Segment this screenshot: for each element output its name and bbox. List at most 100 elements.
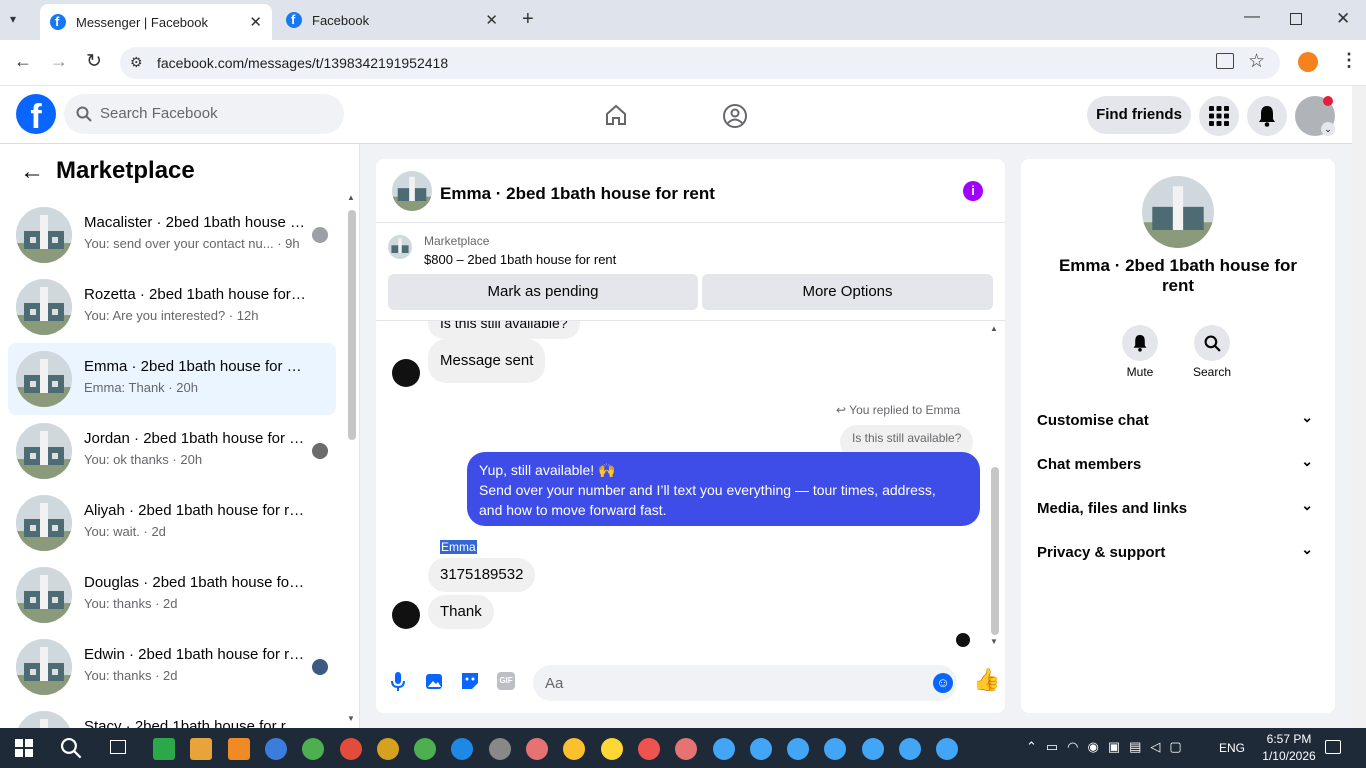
chrome-window-icon[interactable]: [376, 738, 399, 760]
more-options-button[interactable]: More Options: [702, 274, 993, 310]
chrome-window-icon[interactable]: [675, 738, 698, 760]
mark-pending-button[interactable]: Mark as pending: [388, 274, 698, 310]
search-bar[interactable]: Search Facebook: [64, 94, 344, 134]
find-friends-button[interactable]: Find friends: [1087, 96, 1191, 134]
chat-title[interactable]: Emma · 2bed 1bath house for rent: [440, 184, 715, 204]
back-icon[interactable]: ←: [14, 51, 32, 72]
facebook-logo[interactable]: f: [16, 94, 56, 134]
clock-time[interactable]: 6:57 PM: [1262, 732, 1316, 746]
bookmark-star-icon[interactable]: ☆: [1248, 50, 1265, 73]
tab-search-icon[interactable]: ▾: [10, 12, 16, 26]
page-scrollbar[interactable]: [1352, 86, 1366, 728]
chat-avatar[interactable]: [392, 171, 432, 211]
chrome-window-icon[interactable]: [600, 738, 623, 760]
back-arrow-icon[interactable]: ←: [20, 158, 44, 186]
like-icon[interactable]: 👍: [973, 667, 1000, 693]
task-view-icon[interactable]: [110, 740, 126, 754]
conversation-item[interactable]: Macalister · 2bed 1bath house for rent Yo…: [8, 199, 336, 271]
forward-icon[interactable]: →: [50, 51, 68, 72]
chrome-menu-icon[interactable]: ⋮: [1340, 50, 1358, 71]
chrome-window-icon[interactable]: [899, 738, 921, 760]
reload-icon[interactable]: ↻: [86, 50, 102, 73]
url-text[interactable]: facebook.com/messages/t/1398342191952418: [157, 55, 448, 71]
groups-icon[interactable]: [722, 103, 748, 129]
conversation-item[interactable]: Rozetta · 2bed 1bath house for rent You: …: [8, 271, 336, 343]
chrome-window-icon[interactable]: [526, 738, 548, 760]
menu-button[interactable]: [1199, 96, 1239, 136]
omnibox[interactable]: ⚙ facebook.com/messages/t/13983421919524…: [120, 47, 1280, 79]
notification-center-icon[interactable]: [1325, 740, 1341, 754]
chrome-window-icon[interactable]: [637, 738, 660, 760]
scrollbar[interactable]: [348, 210, 356, 440]
conversation-avatar: [16, 711, 72, 728]
conversation-item[interactable]: Jordan · 2bed 1bath house for rent You: o…: [8, 415, 336, 487]
sheets-icon[interactable]: [190, 738, 213, 760]
conversation-item[interactable]: Douglas · 2bed 1bath house for rent You: …: [8, 559, 336, 631]
chrome-window-icon[interactable]: [824, 738, 847, 760]
conversation-item[interactable]: Edwin · 2bed 1bath house for rent You: th…: [8, 631, 336, 703]
listing-title[interactable]: $800 – 2bed 1bath house for rent: [424, 252, 616, 267]
search-input[interactable]: Search Facebook: [100, 105, 218, 122]
minimize-icon[interactable]: —: [1244, 8, 1260, 26]
section-media-files-links[interactable]: Media, files and links ⌄: [1037, 487, 1319, 531]
listing-thumbnail[interactable]: [388, 235, 412, 259]
chrome-window-icon[interactable]: [563, 738, 586, 760]
profile-icon[interactable]: [1298, 52, 1318, 72]
gif-icon[interactable]: GIF: [497, 672, 515, 690]
close-window-icon[interactable]: ✕: [1336, 9, 1350, 29]
windows-start-icon[interactable]: [15, 739, 33, 757]
sticker-icon[interactable]: [460, 671, 480, 691]
close-tab-icon[interactable]: ✕: [249, 13, 262, 31]
contact-large-avatar[interactable]: [1142, 176, 1214, 248]
scroll-down-icon[interactable]: ▼: [347, 714, 355, 723]
chrome-window-icon[interactable]: [787, 738, 810, 760]
store-icon[interactable]: [153, 738, 175, 760]
chrome-window-icon[interactable]: [264, 738, 287, 760]
chrome-window-icon[interactable]: [936, 738, 959, 760]
scroll-down-icon[interactable]: ▼: [990, 637, 998, 646]
chrome-window-icon[interactable]: [451, 738, 474, 760]
clock-date[interactable]: 1/10/2026: [1262, 749, 1316, 763]
section-chat-members[interactable]: Chat members ⌄: [1037, 443, 1319, 487]
close-tab-icon[interactable]: ✕: [485, 11, 498, 29]
notifications-button[interactable]: [1247, 96, 1287, 136]
language-indicator[interactable]: ENG: [1219, 741, 1245, 755]
account-avatar[interactable]: ⌄: [1295, 96, 1335, 136]
scroll-up-icon[interactable]: ▲: [347, 193, 355, 202]
maximize-icon[interactable]: [1290, 13, 1302, 25]
tab-messenger[interactable]: Messenger | Facebook ✕: [40, 4, 272, 40]
message-input[interactable]: Aa ☺: [533, 665, 957, 701]
section-customise-chat[interactable]: Customise chat ⌄: [1037, 399, 1319, 443]
new-tab-icon[interactable]: +: [522, 8, 534, 31]
site-info-icon[interactable]: ⚙: [130, 54, 143, 71]
search-icon[interactable]: [60, 737, 82, 759]
scrollbar[interactable]: [991, 467, 999, 635]
photo-icon[interactable]: [425, 671, 445, 691]
scroll-up-icon[interactable]: ▲: [990, 324, 998, 333]
conversation-avatar: [16, 567, 72, 623]
conversation-item[interactable]: Emma · 2bed 1bath house for rent Emma: Th…: [8, 343, 336, 415]
conversation-item[interactable]: Stacy · 2bed 1bath house for rent: [8, 703, 336, 728]
conversation-item[interactable]: Aliyah · 2bed 1bath house for rent You: w…: [8, 487, 336, 559]
home-icon[interactable]: [604, 103, 628, 127]
section-privacy-support[interactable]: Privacy & support ⌄: [1037, 531, 1319, 575]
tab-facebook[interactable]: Facebook ✕: [276, 0, 508, 40]
microphone-icon[interactable]: [390, 671, 406, 693]
chrome-window-icon[interactable]: [488, 738, 511, 760]
chrome-window-icon[interactable]: [712, 738, 735, 760]
install-app-icon[interactable]: [1216, 53, 1234, 69]
emoji-icon[interactable]: ☺: [933, 673, 953, 693]
conversation-avatar: [16, 351, 72, 407]
search-conversation-button[interactable]: [1194, 325, 1230, 361]
system-tray-icons[interactable]: ⌃▭◠◉▣▤◁▢: [1026, 739, 1191, 755]
listing-bar: Marketplace $800 – 2bed 1bath house for …: [376, 223, 1005, 321]
mute-button[interactable]: [1122, 325, 1158, 361]
chrome-window-icon[interactable]: [339, 738, 362, 760]
chrome-window-icon[interactable]: [861, 738, 884, 760]
chrome-window-icon[interactable]: [414, 738, 437, 760]
info-icon[interactable]: i: [963, 181, 983, 201]
vlc-icon[interactable]: [227, 738, 250, 760]
chrome-window-icon[interactable]: [302, 738, 325, 760]
section-label: Chat members: [1037, 456, 1142, 473]
chrome-window-icon[interactable]: [749, 738, 772, 760]
